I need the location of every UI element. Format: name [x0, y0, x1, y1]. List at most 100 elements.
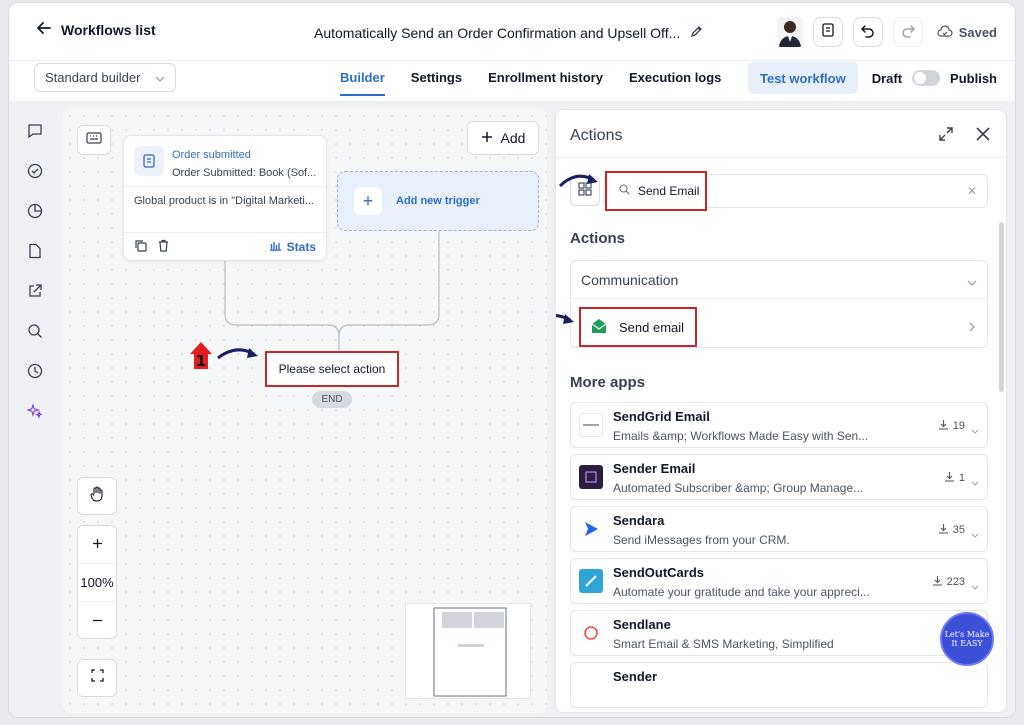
category-header[interactable]: Communication — [571, 261, 987, 299]
category-communication: Communication Send email — [570, 260, 988, 348]
trigger-card-actions — [134, 239, 170, 257]
download-icon — [932, 575, 943, 589]
tab-settings[interactable]: Settings — [398, 61, 475, 96]
app-sendara[interactable]: Sendara Send iMessages from your CRM. 35 — [570, 506, 988, 552]
app-sendgrid-email[interactable]: SendGrid Email Emails &amp; Workflows Ma… — [570, 402, 988, 448]
app-downloads: 19 — [938, 419, 965, 433]
zoom-level: 100% — [78, 564, 116, 602]
redo-button[interactable] — [892, 17, 923, 47]
bar-chart-icon — [269, 240, 282, 254]
pan-tool-button[interactable] — [77, 477, 117, 515]
zoom-in-button[interactable] — [78, 526, 116, 564]
copy-icon[interactable] — [134, 239, 147, 257]
plus-icon: + — [354, 187, 382, 215]
actions-heading: Actions — [570, 230, 626, 247]
test-workflow-button[interactable]: Test workflow — [747, 62, 858, 94]
app-description: Automate your gratitude and take your ap… — [613, 585, 870, 599]
add-trigger-label: Add new trigger — [396, 195, 480, 207]
badge-text: Let's Make It EASY — [944, 630, 990, 648]
chevron-down-icon — [971, 525, 979, 543]
more-apps-heading: More apps — [570, 374, 646, 391]
hand-icon — [90, 485, 104, 507]
step-marker-1-number: 1 — [196, 352, 206, 370]
sendoutcards-logo-icon — [579, 569, 603, 593]
builder-type-select[interactable]: Standard builder — [34, 63, 176, 92]
app-sender-email[interactable]: Sender Email Automated Subscriber &amp; … — [570, 454, 988, 500]
app-name: SendOutCards — [613, 565, 705, 580]
step-marker-1: 1 — [188, 340, 264, 377]
trigger-card-order-submitted[interactable]: Order submitted Order Submitted: Book (S… — [123, 135, 327, 261]
more-apps-list: SendGrid Email Emails &amp; Workflows Ma… — [570, 402, 988, 712]
chevron-down-icon — [967, 273, 977, 289]
clear-search-icon[interactable]: ✕ — [967, 184, 977, 198]
sender-email-logo-icon — [579, 465, 603, 489]
app-sender[interactable]: Sender — [570, 662, 988, 708]
clipboard-list-icon — [134, 146, 164, 176]
saved-status: Saved — [937, 24, 997, 41]
tab-enrollment-history[interactable]: Enrollment history — [475, 61, 616, 96]
avatar[interactable] — [776, 17, 803, 47]
trash-icon[interactable] — [157, 239, 170, 257]
fit-view-button[interactable] — [77, 659, 117, 697]
clipboard-icon — [820, 22, 836, 43]
comment-icon[interactable] — [19, 111, 51, 151]
search-box: Send Email ✕ — [604, 171, 988, 211]
step-marker-2-send-email: 2 — [556, 306, 580, 343]
app-description: Smart Email & SMS Marketing, Simplified — [613, 637, 834, 651]
builder-type-value: Standard builder — [45, 70, 141, 85]
app-name: SendGrid Email — [613, 409, 710, 424]
undo-button[interactable] — [852, 17, 883, 47]
chevron-down-icon — [155, 70, 165, 85]
zoom-out-button[interactable] — [78, 602, 116, 640]
send-email-label: Send email — [619, 319, 685, 335]
publish-controls: Test workflow Draft Publish — [747, 62, 997, 94]
file-icon[interactable] — [19, 231, 51, 271]
publish-toggle[interactable] — [912, 70, 941, 86]
external-link-icon[interactable] — [19, 271, 51, 311]
tab-builder[interactable]: Builder — [327, 61, 398, 96]
download-icon — [944, 471, 955, 485]
panel-scrollbar[interactable] — [999, 222, 1004, 392]
search-value: Send Email — [638, 184, 700, 198]
workflow-title: Automatically Send an Order Confirmation… — [314, 24, 704, 41]
stats-button[interactable]: Stats — [269, 240, 316, 254]
workflow-canvas[interactable]: Add Order submitted Order Submitted: Boo… — [63, 109, 547, 713]
download-icon — [938, 419, 949, 433]
app-window: Workflows list Automatically Send an Ord… — [8, 2, 1016, 718]
trigger-title: Order submitted — [172, 149, 251, 161]
app-sendoutcards[interactable]: SendOutCards Automate your gratitude and… — [570, 558, 988, 604]
main-tabs: Builder Settings Enrollment history Exec… — [327, 61, 734, 96]
email-icon — [591, 318, 607, 337]
divider — [124, 186, 326, 187]
app-downloads: 1 — [944, 471, 965, 485]
trigger-condition: Global product is in "Digital Marketi... — [134, 195, 314, 207]
app-name: Sendlane — [613, 617, 671, 632]
plus-icon — [92, 537, 103, 552]
stats-label: Stats — [286, 240, 316, 254]
download-count: 19 — [952, 420, 965, 432]
select-action-node[interactable]: Please select action — [265, 351, 399, 387]
app-sendlane[interactable]: Sendlane Smart Email & SMS Marketing, Si… — [570, 610, 988, 656]
history-icon[interactable] — [19, 351, 51, 391]
search-input[interactable]: Send Email — [605, 171, 707, 211]
left-nav — [19, 111, 51, 431]
sub-bar: Standard builder Builder Settings Enroll… — [9, 61, 1015, 101]
expand-icon[interactable] — [938, 126, 954, 147]
sendara-logo-icon — [579, 517, 603, 541]
panel-controls — [938, 126, 990, 147]
download-icon — [938, 523, 949, 537]
sparkle-icon[interactable] — [19, 391, 51, 431]
close-icon[interactable] — [976, 127, 990, 146]
pencil-icon[interactable] — [690, 24, 704, 41]
send-email-action[interactable]: Send email — [579, 307, 697, 347]
notes-button[interactable] — [812, 17, 843, 47]
check-circle-icon[interactable] — [19, 151, 51, 191]
search-icon[interactable] — [19, 311, 51, 351]
zoom-controls: 100% — [77, 525, 117, 639]
add-new-trigger-button[interactable]: + Add new trigger — [337, 171, 539, 231]
pie-chart-icon[interactable] — [19, 191, 51, 231]
tab-execution-logs[interactable]: Execution logs — [616, 61, 734, 96]
workflow-title-text: Automatically Send an Order Confirmation… — [314, 24, 681, 41]
minimap[interactable] — [405, 603, 531, 699]
back-link[interactable]: Workflows list — [37, 21, 156, 38]
